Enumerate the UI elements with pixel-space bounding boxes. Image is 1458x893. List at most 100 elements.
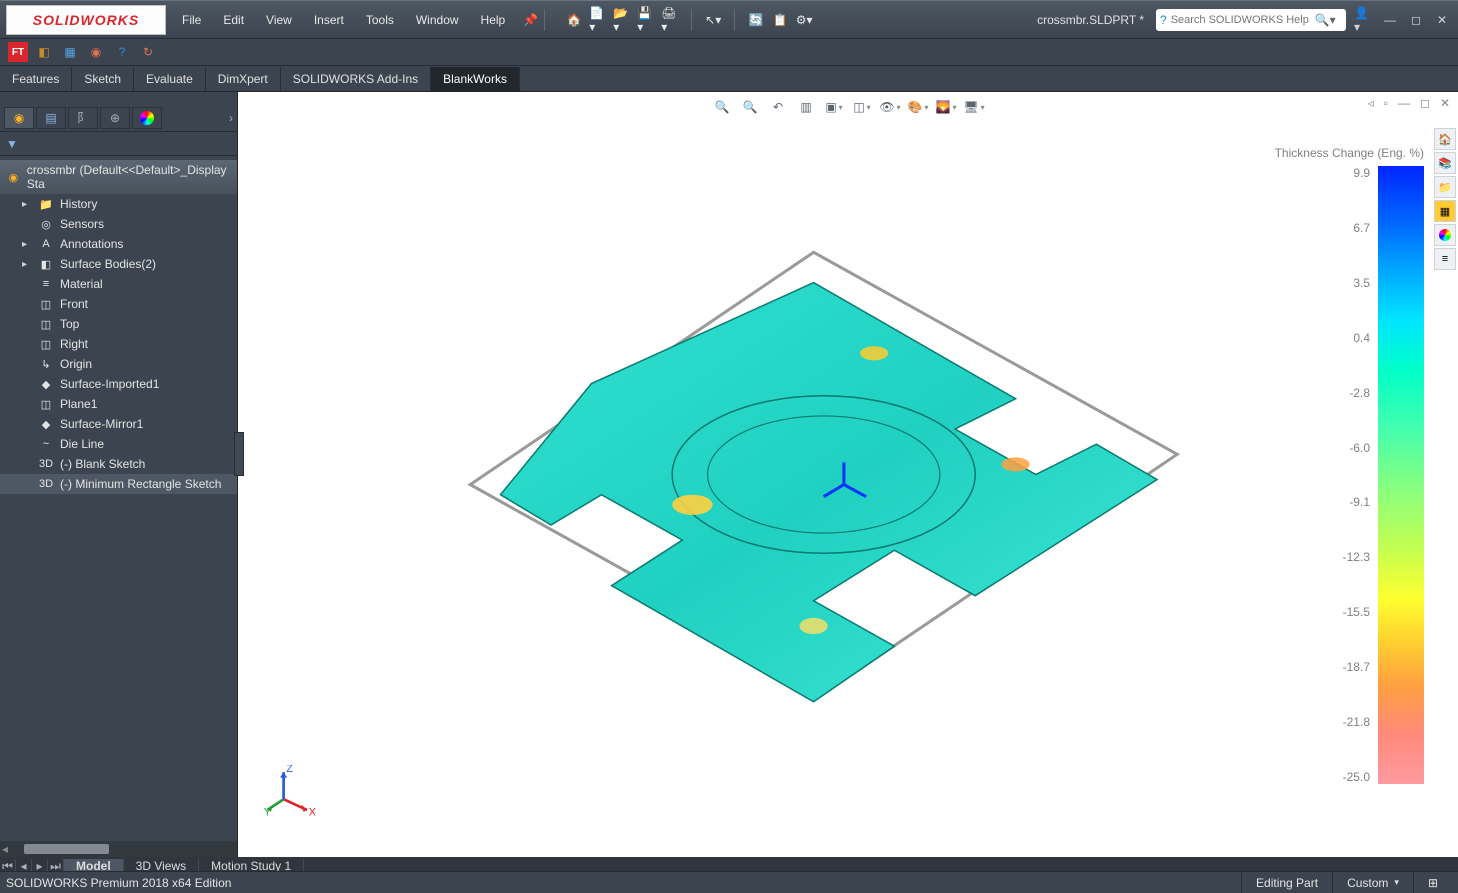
tree-item[interactable]: ◆Surface-Imported1	[0, 374, 237, 394]
panel-overflow-icon[interactable]: ›	[229, 111, 233, 125]
tree-item[interactable]: ≡Material	[0, 274, 237, 294]
user-icon[interactable]: 👤▾	[1354, 11, 1374, 29]
menu-edit[interactable]: Edit	[213, 9, 254, 31]
status-bar: SOLIDWORKS Premium 2018 x64 Edition Edit…	[0, 871, 1458, 893]
doc-prev-icon[interactable]: ◃	[1368, 96, 1374, 110]
new-doc-icon[interactable]: 📄▾	[589, 11, 607, 29]
tree-item[interactable]: ▸📁History	[0, 194, 237, 214]
doc-restore-icon[interactable]: ◻	[1420, 96, 1430, 110]
taskpane-appearances-icon[interactable]	[1434, 224, 1456, 246]
blankworks-icon[interactable]: FT	[8, 42, 28, 62]
tool-icon-3[interactable]: ◉	[86, 42, 106, 62]
open-doc-icon[interactable]: 📂▾	[613, 11, 631, 29]
expander-icon[interactable]: ▸	[22, 259, 32, 270]
options-icon[interactable]: 📋	[771, 11, 789, 29]
help-icon[interactable]: ?	[112, 42, 132, 62]
panel-h-scrollbar[interactable]: ◂	[0, 841, 237, 857]
feature-icon: ◫	[38, 297, 54, 311]
scroll-left-icon[interactable]: ◂	[0, 842, 10, 856]
pin-icon[interactable]: 📌	[523, 13, 538, 27]
close-icon[interactable]: ✕	[1432, 11, 1452, 29]
maximize-icon[interactable]: ◻	[1406, 11, 1426, 29]
tab-blankworks[interactable]: BlankWorks	[431, 67, 520, 91]
save-icon[interactable]: 💾▾	[637, 11, 655, 29]
select-icon[interactable]: ↖▾	[704, 11, 722, 29]
tree-item[interactable]: ◆Surface-Mirror1	[0, 414, 237, 434]
tree-root-node[interactable]: ◉ crossmbr (Default<<Default>_Display St…	[0, 160, 237, 194]
menu-view[interactable]: View	[256, 9, 302, 31]
status-extra[interactable]: ⊞	[1413, 872, 1452, 893]
filter-icon[interactable]: ▼	[6, 137, 18, 151]
orientation-triad[interactable]: X Y Z	[262, 765, 316, 819]
tree-item-label: History	[60, 197, 97, 211]
tree-item[interactable]: ◫Right	[0, 334, 237, 354]
legend-colorbar	[1378, 166, 1424, 784]
menu-window[interactable]: Window	[406, 9, 469, 31]
menu-file[interactable]: File	[172, 9, 211, 31]
quick-access-toolbar: 🏠 📄▾ 📂▾ 💾▾ 🖨▾ ↖▾ 🔄 📋 ⚙▾	[565, 9, 813, 31]
display-manager-tab-icon[interactable]	[132, 107, 162, 129]
tab-features[interactable]: Features	[0, 67, 72, 91]
legend-tick: -2.8	[1343, 386, 1370, 400]
tree-item[interactable]: ◎Sensors	[0, 214, 237, 234]
tree-item-label: Right	[60, 337, 88, 351]
chevron-down-icon: ▾	[1394, 877, 1399, 888]
feature-icon: ◫	[38, 397, 54, 411]
help-search[interactable]: ? 🔍▾	[1156, 9, 1346, 31]
doc-next-icon[interactable]: ▫	[1384, 96, 1388, 110]
tree-item[interactable]: ▸AAnnotations	[0, 234, 237, 254]
tree-item-label: (-) Blank Sketch	[60, 457, 145, 471]
doc-close-icon[interactable]: ✕	[1440, 96, 1450, 110]
divider	[544, 9, 545, 31]
taskpane-home-icon[interactable]: 🏠	[1434, 128, 1456, 150]
menu-help[interactable]: Help	[471, 9, 516, 31]
panel-splitter[interactable]	[234, 432, 244, 476]
expander-icon[interactable]: ▸	[22, 199, 32, 210]
settings-icon[interactable]: ⚙▾	[795, 11, 813, 29]
tree-item[interactable]: ◫Plane1	[0, 394, 237, 414]
legend-tick: -9.1	[1343, 495, 1370, 509]
svg-text:Y: Y	[264, 806, 271, 818]
graphics-view[interactable]: 🔍 🔍 ↶ ▥ ▣ ◫ 👁 🎨 🌄 🖥 ◃ ▫ — ◻ ✕ 🏠 📚 📁 ▦ ≡	[238, 92, 1458, 857]
status-units[interactable]: Custom▾	[1332, 872, 1413, 893]
tree-item[interactable]: 3D(-) Blank Sketch	[0, 454, 237, 474]
tab-dimxpert[interactable]: DimXpert	[206, 67, 281, 91]
tree-item[interactable]: ◫Top	[0, 314, 237, 334]
taskpane-view-palette-icon[interactable]: ▦	[1434, 200, 1456, 222]
expander-icon[interactable]: ▸	[22, 239, 32, 250]
taskpane-custom-props-icon[interactable]: ≡	[1434, 248, 1456, 270]
scrollbar-thumb[interactable]	[24, 844, 109, 854]
menu-tools[interactable]: Tools	[356, 9, 404, 31]
tree-item[interactable]: ▸◧Surface Bodies(2)	[0, 254, 237, 274]
menu-insert[interactable]: Insert	[304, 9, 354, 31]
tree-item[interactable]: ~Die Line	[0, 434, 237, 454]
model-canvas[interactable]: X Y Z	[248, 102, 1258, 847]
minimize-icon[interactable]: —	[1380, 11, 1400, 29]
taskpane-design-lib-icon[interactable]: 📁	[1434, 176, 1456, 198]
tree-item[interactable]: 3D(-) Minimum Rectangle Sketch	[0, 474, 237, 494]
home-icon[interactable]: 🏠	[565, 11, 583, 29]
tool-icon-1[interactable]: ◧	[34, 42, 54, 62]
config-manager-tab-icon[interactable]: 阝	[68, 107, 98, 129]
tab-addins[interactable]: SOLIDWORKS Add-Ins	[281, 67, 431, 91]
taskpane-resources-icon[interactable]: 📚	[1434, 152, 1456, 174]
dimxpert-manager-tab-icon[interactable]: ⊕	[100, 107, 130, 129]
tree-item[interactable]: ◫ Front	[0, 294, 237, 314]
tree-filter-row[interactable]: ▼	[0, 132, 237, 156]
doc-minimize-icon[interactable]: —	[1398, 96, 1410, 110]
search-dropdown-icon[interactable]: 🔍▾	[1315, 13, 1336, 27]
status-edition: SOLIDWORKS Premium 2018 x64 Edition	[6, 876, 231, 890]
status-mode: Editing Part	[1241, 872, 1332, 893]
tool-icon-2[interactable]: ▦	[60, 42, 80, 62]
tree-item-label: Front	[60, 297, 88, 311]
feature-manager-tab-icon[interactable]: ◉	[4, 107, 34, 129]
rebuild-icon[interactable]: 🔄	[747, 11, 765, 29]
print-icon[interactable]: 🖨▾	[661, 11, 679, 29]
tab-sketch[interactable]: Sketch	[72, 67, 134, 91]
task-pane-rail: 🏠 📚 📁 ▦ ≡	[1434, 128, 1458, 270]
tree-item[interactable]: ↳Origin	[0, 354, 237, 374]
refresh-icon[interactable]: ↻	[138, 42, 158, 62]
tab-evaluate[interactable]: Evaluate	[134, 67, 206, 91]
property-manager-tab-icon[interactable]: ▤	[36, 107, 66, 129]
search-input[interactable]	[1171, 14, 1311, 26]
